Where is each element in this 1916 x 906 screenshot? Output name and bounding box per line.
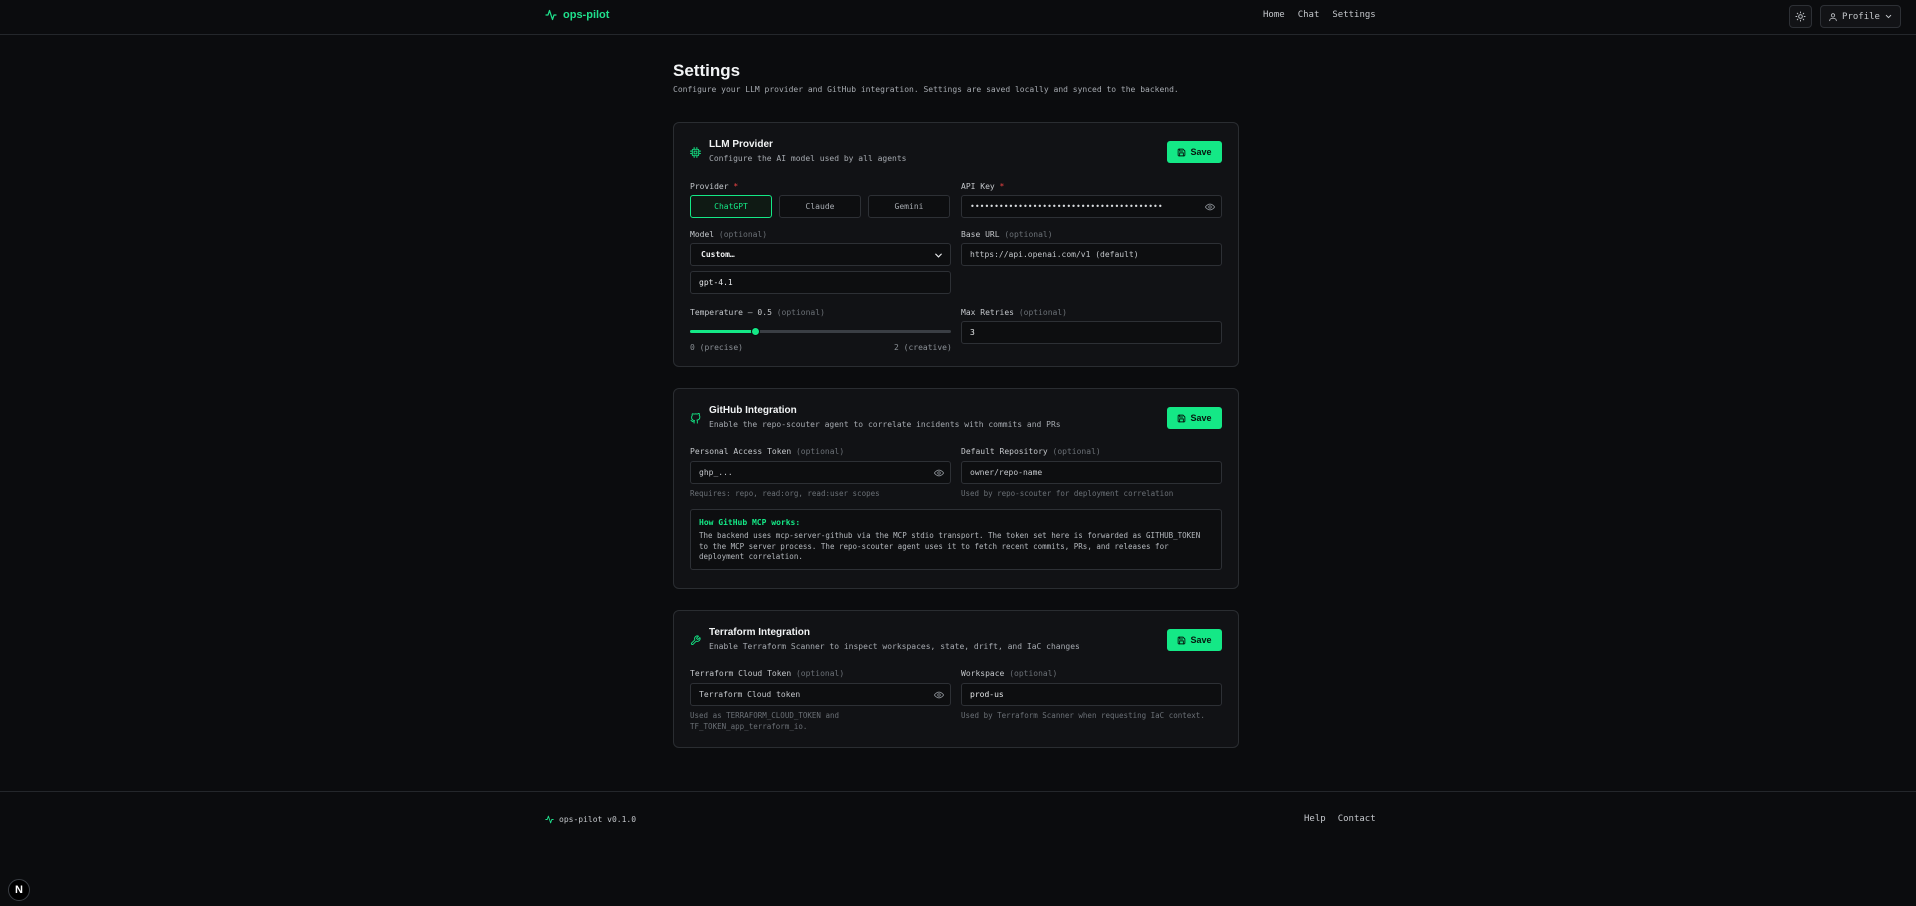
max-retries-label: Max Retries (optional) [961, 308, 1067, 317]
provider-label: Provider * [690, 182, 739, 191]
model-select-value: Custom… [701, 250, 735, 259]
top-nav: ops-pilot Home Chat Settings Profile [0, 0, 1916, 35]
save-icon [1177, 148, 1186, 157]
eye-icon[interactable] [934, 468, 944, 478]
footer-brand: ops-pilot v0.1.0 [545, 815, 636, 824]
workspace-label: Workspace (optional) [961, 669, 1058, 678]
info-box-title: How GitHub MCP works: [699, 518, 801, 527]
brand-link[interactable]: ops-pilot [545, 9, 609, 21]
github-card-description: Enable the repo-scouter agent to correla… [709, 420, 1061, 429]
page-subtitle: Configure your LLM provider and GitHub i… [673, 85, 1179, 94]
footer-version: ops-pilot v0.1.0 [559, 815, 637, 824]
model-custom-value: gpt-4.1 [699, 278, 733, 287]
temperature-min-label: 0 (precise) [690, 343, 743, 352]
github-token-placeholder: ghp_... [699, 468, 733, 477]
footer-help-link[interactable]: Help [1304, 814, 1326, 824]
main-nav: Home Chat Settings [1263, 10, 1376, 20]
github-integration-card: GitHub Integration Enable the repo-scout… [673, 388, 1239, 589]
terraform-save-button[interactable]: Save [1167, 629, 1222, 651]
api-key-input[interactable]: •••••••••••••••••••••••••••••••••••••••• [961, 195, 1222, 218]
nav-chat-link[interactable]: Chat [1298, 10, 1320, 20]
default-repo-input[interactable]: owner/repo-name [961, 461, 1222, 484]
brand-name: ops-pilot [563, 9, 610, 21]
temperature-label: Temperature — 0.5 (optional) [690, 308, 825, 317]
api-key-value: •••••••••••••••••••••••••••••••••••••••• [970, 202, 1163, 211]
model-custom-input[interactable]: gpt-4.1 [690, 271, 951, 294]
temperature-max-label: 2 (creative) [894, 343, 952, 352]
theme-toggle-button[interactable] [1789, 5, 1812, 28]
github-mcp-info-box: How GitHub MCP works: The backend uses m… [690, 509, 1222, 570]
workspace-value: prod-us [970, 690, 1004, 699]
default-repo-hint: Used by repo-scouter for deployment corr… [961, 489, 1174, 498]
temperature-slider-fill [690, 330, 756, 333]
chevron-down-icon [1884, 12, 1893, 21]
eye-icon[interactable] [934, 690, 944, 700]
max-retries-input[interactable]: 3 [961, 321, 1222, 344]
cpu-icon [690, 147, 701, 158]
provider-chatgpt-button[interactable]: ChatGPT [690, 195, 772, 218]
github-icon [690, 413, 701, 424]
footer: ops-pilot v0.1.0 Help Contact [0, 791, 1916, 906]
base-url-input[interactable]: https://api.openai.com/v1 (default) [961, 243, 1222, 266]
max-retries-value: 3 [970, 328, 975, 337]
terraform-token-hint: Used as TERRAFORM_CLOUD_TOKEN and TF_TOK… [690, 711, 840, 731]
sun-icon [1795, 11, 1806, 22]
default-repo-placeholder: owner/repo-name [970, 468, 1043, 477]
workspace-hint: Used by Terraform Scanner when requestin… [961, 711, 1205, 720]
terraform-token-placeholder: Terraform Cloud token [699, 690, 801, 699]
save-icon [1177, 414, 1186, 423]
dev-tools-badge[interactable]: N [8, 879, 30, 901]
github-save-button[interactable]: Save [1167, 407, 1222, 429]
temperature-slider-thumb[interactable] [751, 327, 761, 336]
github-token-label: Personal Access Token (optional) [690, 447, 845, 456]
model-select[interactable]: Custom… [690, 243, 951, 266]
footer-links: Help Contact [1304, 814, 1376, 824]
activity-icon [545, 815, 554, 824]
eye-icon[interactable] [1205, 202, 1215, 212]
llm-card-title: LLM Provider [709, 139, 773, 150]
terraform-card-title: Terraform Integration [709, 627, 810, 638]
api-key-label: API Key * [961, 182, 1005, 191]
terraform-card-description: Enable Terraform Scanner to inspect work… [709, 642, 1080, 651]
provider-claude-button[interactable]: Claude [779, 195, 861, 218]
nav-home-link[interactable]: Home [1263, 10, 1285, 20]
profile-label: Profile [1842, 11, 1880, 22]
provider-gemini-button[interactable]: Gemini [868, 195, 950, 218]
workspace-input[interactable]: prod-us [961, 683, 1222, 706]
base-url-label: Base URL (optional) [961, 230, 1053, 239]
github-token-hint: Requires: repo, read:org, read:user scop… [690, 489, 880, 498]
github-token-input[interactable]: ghp_... [690, 461, 951, 484]
footer-contact-link[interactable]: Contact [1338, 814, 1376, 824]
github-save-label: Save [1190, 413, 1212, 423]
llm-provider-card: LLM Provider Configure the AI model used… [673, 122, 1239, 367]
base-url-placeholder: https://api.openai.com/v1 (default) [970, 250, 1139, 259]
llm-card-description: Configure the AI model used by all agent… [709, 154, 907, 163]
github-card-title: GitHub Integration [709, 405, 797, 416]
temperature-slider[interactable] [690, 327, 951, 336]
page-title: Settings [673, 61, 741, 80]
wrench-icon [690, 635, 701, 646]
nav-settings-link[interactable]: Settings [1332, 10, 1375, 20]
chevron-down-icon [933, 250, 944, 261]
info-box-body: The backend uses mcp-server-github via t… [699, 531, 1201, 561]
activity-icon [545, 9, 557, 21]
terraform-save-label: Save [1190, 635, 1212, 645]
model-label: Model (optional) [690, 230, 768, 239]
save-icon [1177, 636, 1186, 645]
terraform-integration-card: Terraform Integration Enable Terraform S… [673, 610, 1239, 748]
llm-save-button[interactable]: Save [1167, 141, 1222, 163]
terraform-token-label: Terraform Cloud Token (optional) [690, 669, 845, 678]
default-repo-label: Default Repository (optional) [961, 447, 1101, 456]
terraform-token-input[interactable]: Terraform Cloud token [690, 683, 951, 706]
user-icon [1828, 12, 1838, 22]
profile-button[interactable]: Profile [1820, 5, 1901, 28]
llm-save-label: Save [1190, 147, 1212, 157]
